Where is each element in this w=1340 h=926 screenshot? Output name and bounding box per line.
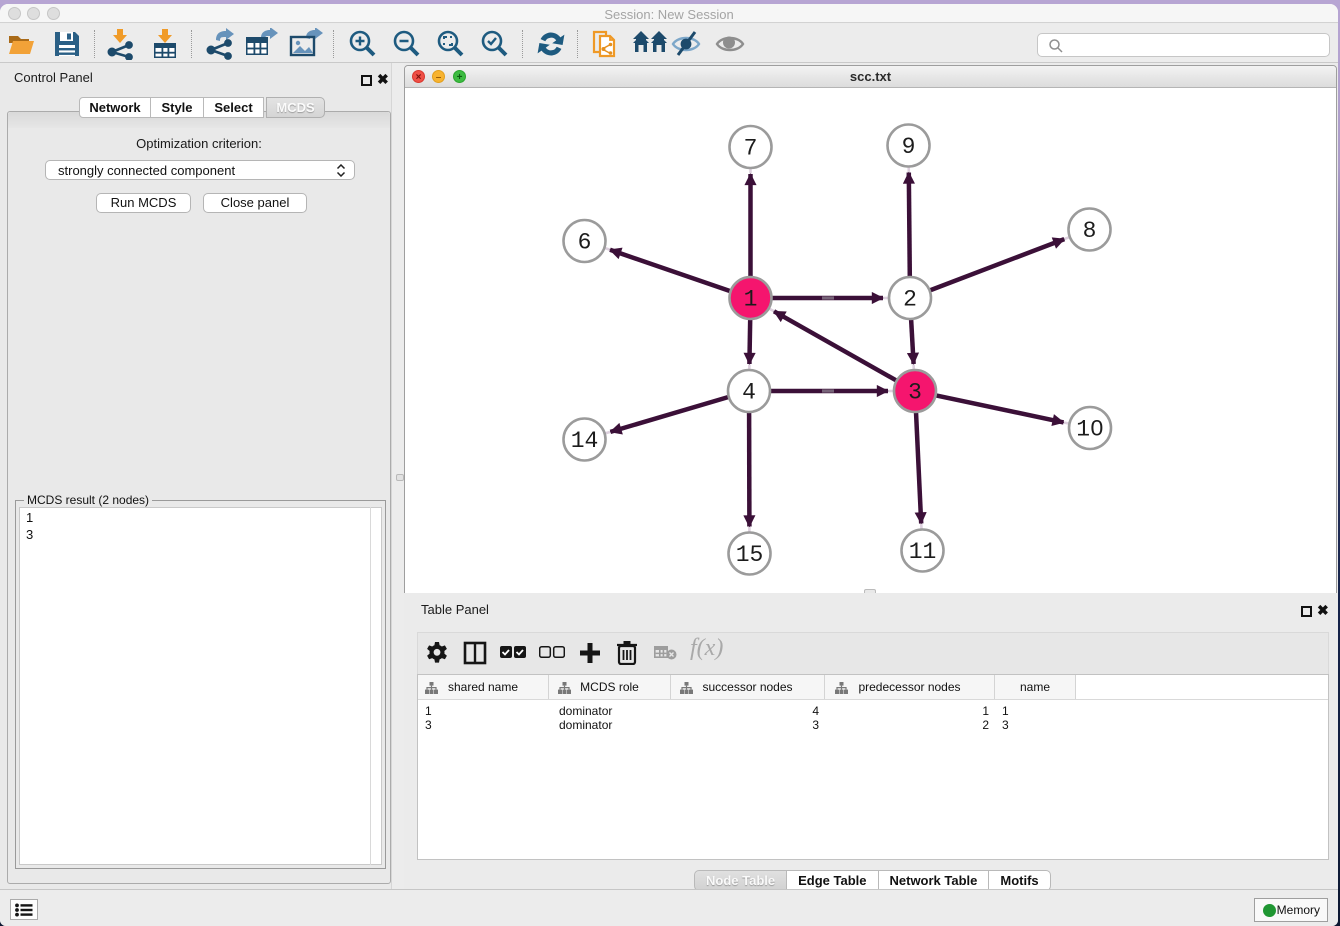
svg-text:1: 1 — [744, 287, 758, 313]
svg-text:3: 3 — [908, 380, 922, 406]
svg-text:6: 6 — [578, 230, 592, 256]
svg-text:7: 7 — [744, 136, 758, 162]
svg-text:14: 14 — [571, 428, 599, 454]
svg-text:4: 4 — [742, 380, 756, 406]
svg-text:9: 9 — [902, 134, 916, 160]
svg-text:10: 10 — [1076, 417, 1104, 443]
svg-text:11: 11 — [909, 539, 937, 565]
svg-text:15: 15 — [736, 542, 764, 568]
svg-text:8: 8 — [1083, 218, 1097, 244]
svg-text:2: 2 — [903, 287, 917, 313]
